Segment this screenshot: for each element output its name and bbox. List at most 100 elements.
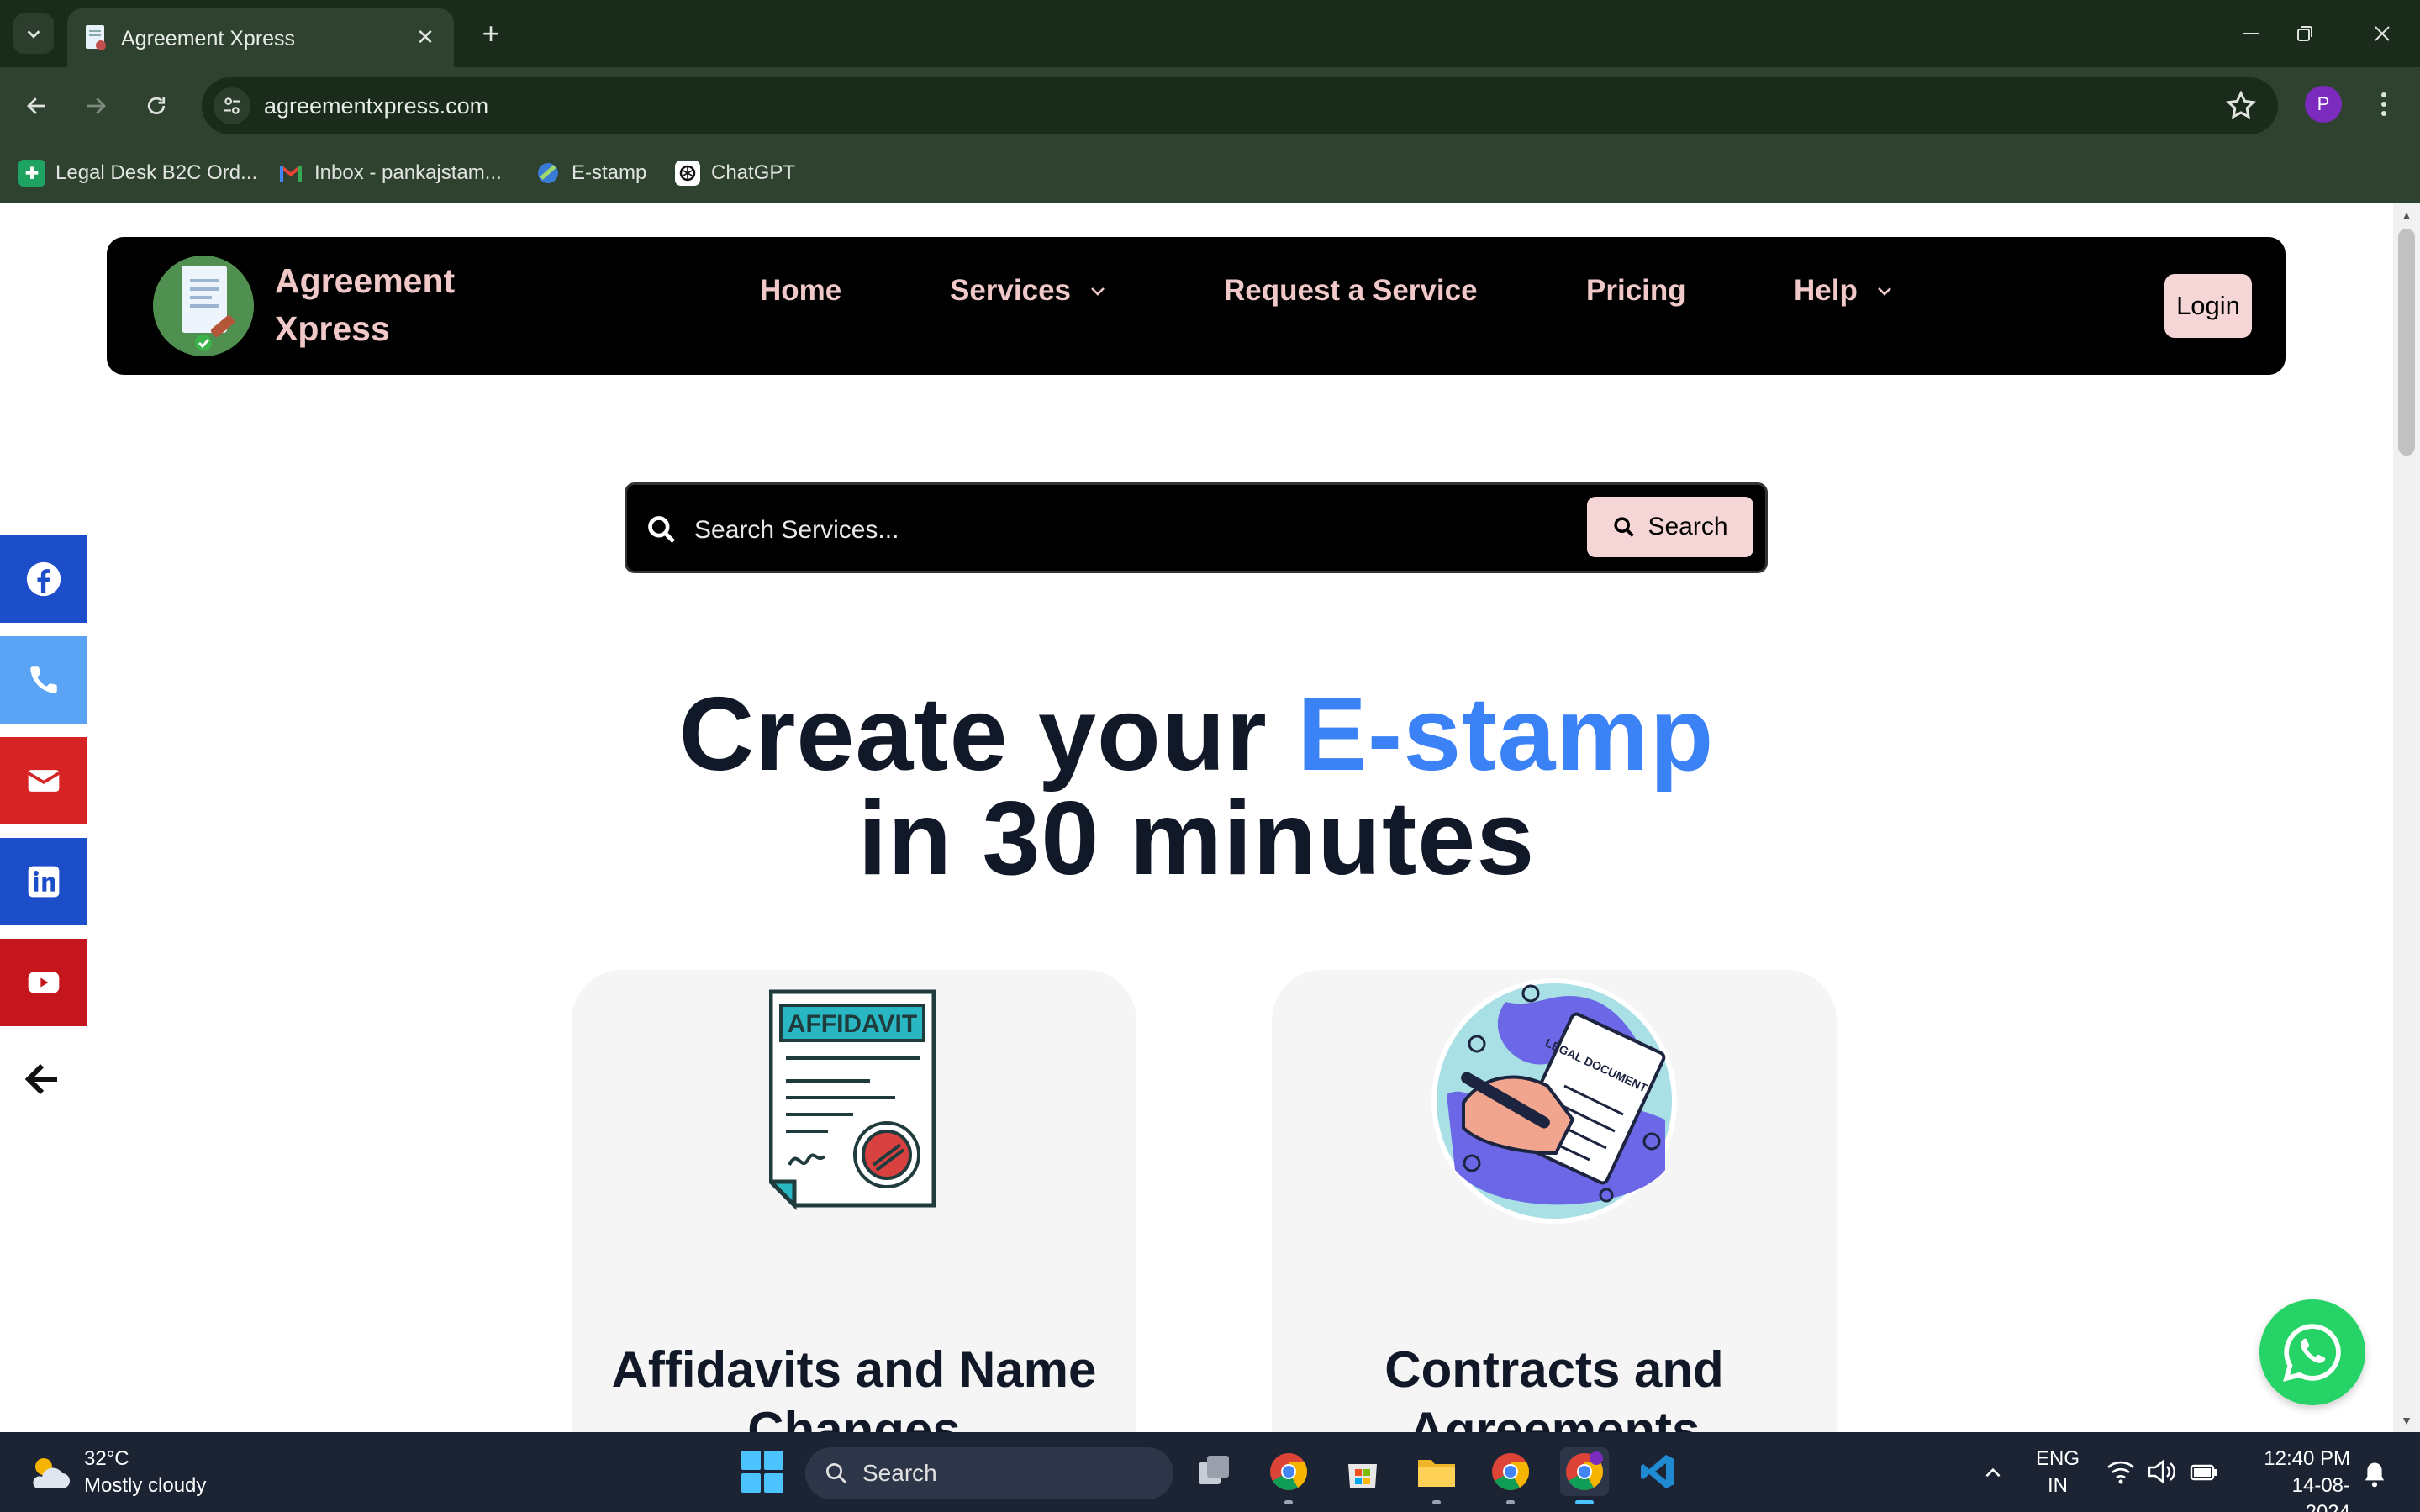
page-viewport: Agreement Xpress Home Services Request a… [0, 203, 2393, 1432]
taskbar-search[interactable]: Search [805, 1447, 1173, 1499]
site-logo[interactable] [153, 256, 254, 356]
clock[interactable]: 12:40 PM 14-08-2024 [2249, 1446, 2350, 1512]
weather-temperature: 32°C [84, 1447, 129, 1470]
browser-tab[interactable]: Agreement Xpress ✕ [67, 8, 454, 67]
phone-icon [30, 666, 57, 693]
store-icon [1348, 1464, 1377, 1488]
nav-services-label: Services [950, 274, 1072, 307]
chrome-app[interactable] [1264, 1447, 1313, 1504]
site-favicon-icon [86, 25, 106, 50]
scrollbar-thumb[interactable] [2398, 229, 2415, 456]
nav-request-service[interactable]: Request a Service [1224, 274, 1478, 308]
search-icon [1614, 517, 1635, 537]
new-tab-button[interactable]: + [472, 15, 509, 52]
nav-home[interactable]: Home [760, 274, 841, 308]
site-info-button[interactable] [214, 87, 250, 124]
sheets-icon: ✚ [18, 160, 45, 187]
address-bar[interactable]: agreementxpress.com [202, 77, 2278, 134]
whatsapp-chat-button[interactable] [2259, 1299, 2365, 1405]
card-title: Contracts and Agreements [1384, 1341, 1724, 1432]
scroll-up-arrow-icon[interactable]: ▲ [2400, 208, 2413, 222]
vscode-app[interactable] [1634, 1447, 1683, 1496]
back-button[interactable] [15, 84, 59, 128]
site-navbar: Agreement Xpress Home Services Request a… [107, 237, 2286, 375]
page-scrollbar[interactable]: ▲ ▼ [2393, 203, 2420, 1432]
phone-share-button[interactable] [0, 636, 87, 724]
chrome-icon [1270, 1453, 1307, 1490]
youtube-share-button[interactable] [0, 939, 87, 1026]
facebook-share-button[interactable] [0, 535, 87, 623]
chevron-down-icon [1877, 287, 1891, 296]
more-vert-icon[interactable] [2365, 86, 2402, 123]
url-text[interactable]: agreementxpress.com [264, 93, 488, 119]
bookmark-item[interactable]: E-stamp [535, 155, 646, 192]
affidavit-image-label: AFFIDAVIT [788, 1010, 917, 1038]
linkedin-share-button[interactable] [0, 838, 87, 925]
folder-icon [1418, 1460, 1455, 1487]
close-window-button[interactable] [2357, 12, 2407, 55]
nav-help-label: Help [1794, 274, 1858, 307]
hero-text-part1: Create your [678, 677, 1298, 793]
tab-search-button[interactable] [13, 13, 54, 54]
language-indicator[interactable]: ENG IN [2032, 1446, 2083, 1499]
arrow-left-icon [27, 97, 45, 114]
bookmark-item[interactable]: ✚ Legal Desk B2C Ord... [18, 155, 257, 192]
weather-widget[interactable]: 32°C Mostly cloudy [25, 1446, 206, 1499]
forward-button[interactable] [74, 84, 118, 128]
estamp-icon [538, 163, 558, 183]
bookmark-label: E-stamp [572, 161, 647, 184]
clock-time: 12:40 PM [2264, 1447, 2350, 1470]
chevron-up-icon[interactable] [1982, 1462, 2004, 1484]
chrome-app-active[interactable] [1560, 1447, 1609, 1504]
nav-services[interactable]: Services [950, 274, 1108, 308]
task-view-app[interactable] [1190, 1447, 1239, 1496]
bookmark-item[interactable]: ChatGPT [674, 155, 795, 192]
site-logo-text[interactable]: Agreement Xpress [275, 257, 455, 353]
tab-close-icon[interactable]: ✕ [412, 24, 439, 50]
service-search-bar: Search [625, 482, 1768, 573]
legal-document-signing-icon: LEGAL DOCUMENT [1431, 978, 1677, 1224]
chrome-app-profile-2[interactable] [1486, 1447, 1535, 1504]
reload-button[interactable] [134, 84, 178, 128]
file-explorer-app[interactable] [1412, 1447, 1461, 1504]
volume-icon[interactable] [2147, 1459, 2177, 1484]
tune-icon [224, 97, 240, 114]
service-card-contracts[interactable]: LEGAL DOCUMENT Contracts and Agreements [1272, 970, 1837, 1432]
nav-request-label: Request a Service [1224, 274, 1478, 307]
restore-button[interactable] [2280, 12, 2330, 55]
service-card-affidavits[interactable]: AFFIDAVIT Affidavits and Name Changes [572, 970, 1136, 1432]
chrome-icon [1492, 1453, 1529, 1490]
language-line-1: ENG [2035, 1447, 2080, 1470]
document-stamp-logo-icon [153, 256, 254, 356]
taskbar-search-label: Search [862, 1460, 937, 1486]
bookmark-star-icon[interactable] [2224, 89, 2258, 123]
wifi-icon[interactable] [2106, 1459, 2135, 1484]
restore-icon [2297, 26, 2312, 41]
nav-home-label: Home [760, 274, 842, 307]
notification-bell-icon[interactable] [2362, 1461, 2387, 1488]
arrow-right-icon [87, 97, 106, 114]
login-button[interactable]: Login [2164, 274, 2252, 338]
mail-icon [27, 770, 61, 792]
profile-avatar[interactable]: P [2305, 86, 2342, 123]
nav-help[interactable]: Help [1794, 274, 1895, 308]
minimize-button[interactable] [2226, 12, 2276, 55]
nav-pricing-label: Pricing [1586, 274, 1686, 307]
browser-toolbar: agreementxpress.com P [0, 67, 2420, 145]
cloudy-weather-icon [33, 1458, 70, 1488]
weather-condition: Mostly cloudy [84, 1474, 207, 1497]
bookmark-item[interactable]: Inbox - pankajstam... [277, 155, 502, 192]
email-share-button[interactable] [0, 737, 87, 824]
logo-line-1: Agreement [275, 261, 456, 300]
arrow-left-icon[interactable] [22, 1059, 62, 1099]
battery-icon[interactable] [2189, 1459, 2219, 1484]
microsoft-store-app[interactable] [1338, 1447, 1387, 1496]
nav-pricing[interactable]: Pricing [1586, 274, 1686, 308]
logo-line-2: Xpress [275, 309, 390, 348]
search-button[interactable]: Search [1587, 497, 1753, 557]
youtube-icon [28, 972, 60, 993]
search-input[interactable] [694, 505, 1535, 556]
scroll-down-arrow-icon[interactable]: ▼ [2400, 1414, 2413, 1427]
tab-title: Agreement Xpress [121, 27, 296, 50]
start-windows-icon[interactable] [741, 1451, 783, 1493]
